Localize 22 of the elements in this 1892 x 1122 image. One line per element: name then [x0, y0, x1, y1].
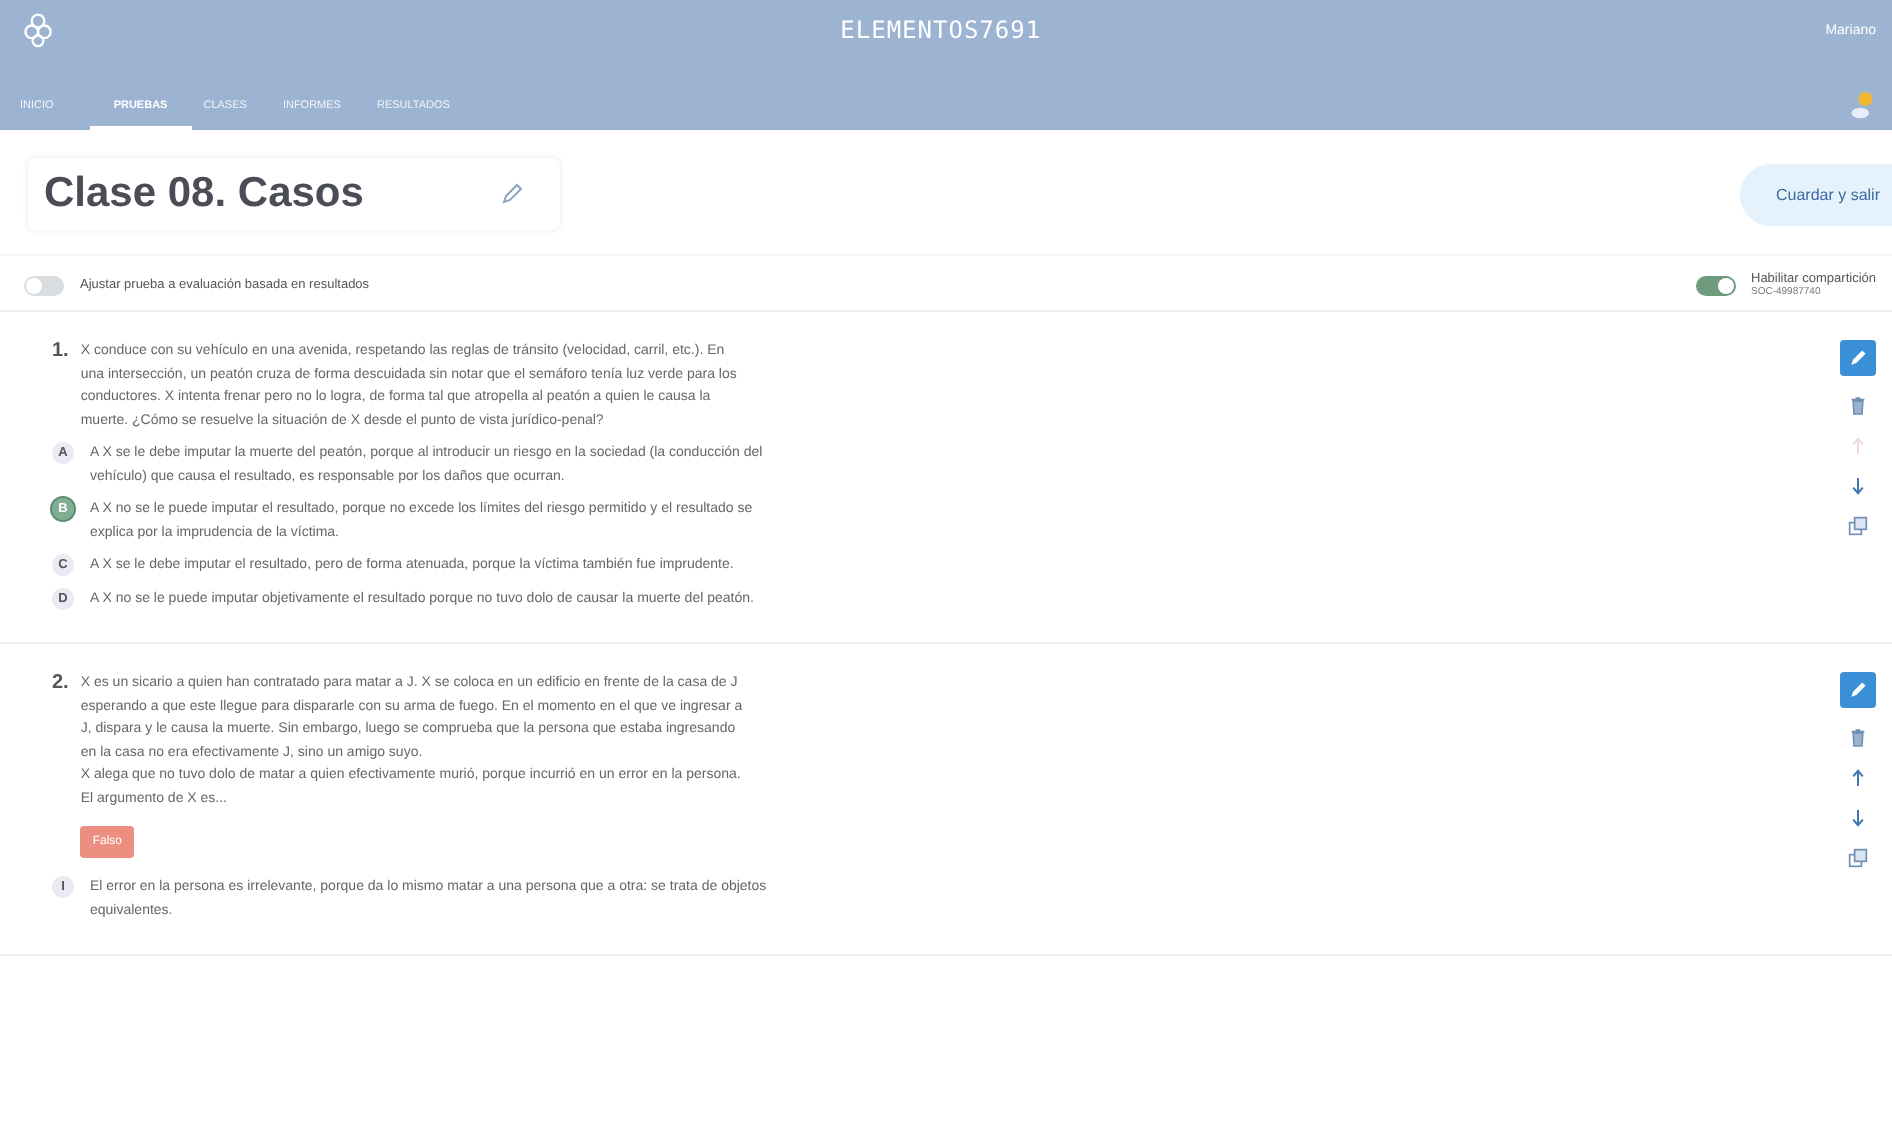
down-arrow-icon[interactable] [1850, 808, 1866, 828]
save-exit-button[interactable]: Cuardar y salir [1739, 163, 1892, 225]
question-number: 2. [52, 672, 69, 698]
duplicate-icon[interactable] [1848, 848, 1868, 868]
pencil-icon [1848, 680, 1868, 700]
brand-title: ELEMENTOS7691 [838, 16, 1044, 44]
edit-button[interactable] [1840, 672, 1876, 708]
question-number: 1. [52, 340, 69, 366]
toggle-switch[interactable] [1695, 275, 1735, 295]
toggle-switch[interactable] [24, 275, 64, 295]
delete-icon[interactable] [1850, 396, 1866, 416]
title-field[interactable]: Clase 08. Casos [28, 158, 560, 230]
duplicate-icon[interactable] [1848, 516, 1868, 536]
logo-icon [20, 12, 56, 48]
pencil-icon[interactable] [499, 182, 524, 206]
down-arrow-icon[interactable] [1850, 476, 1866, 496]
delete-icon[interactable] [1850, 728, 1866, 748]
pencil-icon [1848, 348, 1868, 368]
edit-button[interactable] [1840, 340, 1876, 376]
up-arrow-icon[interactable] [1850, 768, 1866, 788]
test-title: Clase 08. Casos [44, 170, 364, 218]
notification-icon[interactable] [1848, 90, 1876, 122]
